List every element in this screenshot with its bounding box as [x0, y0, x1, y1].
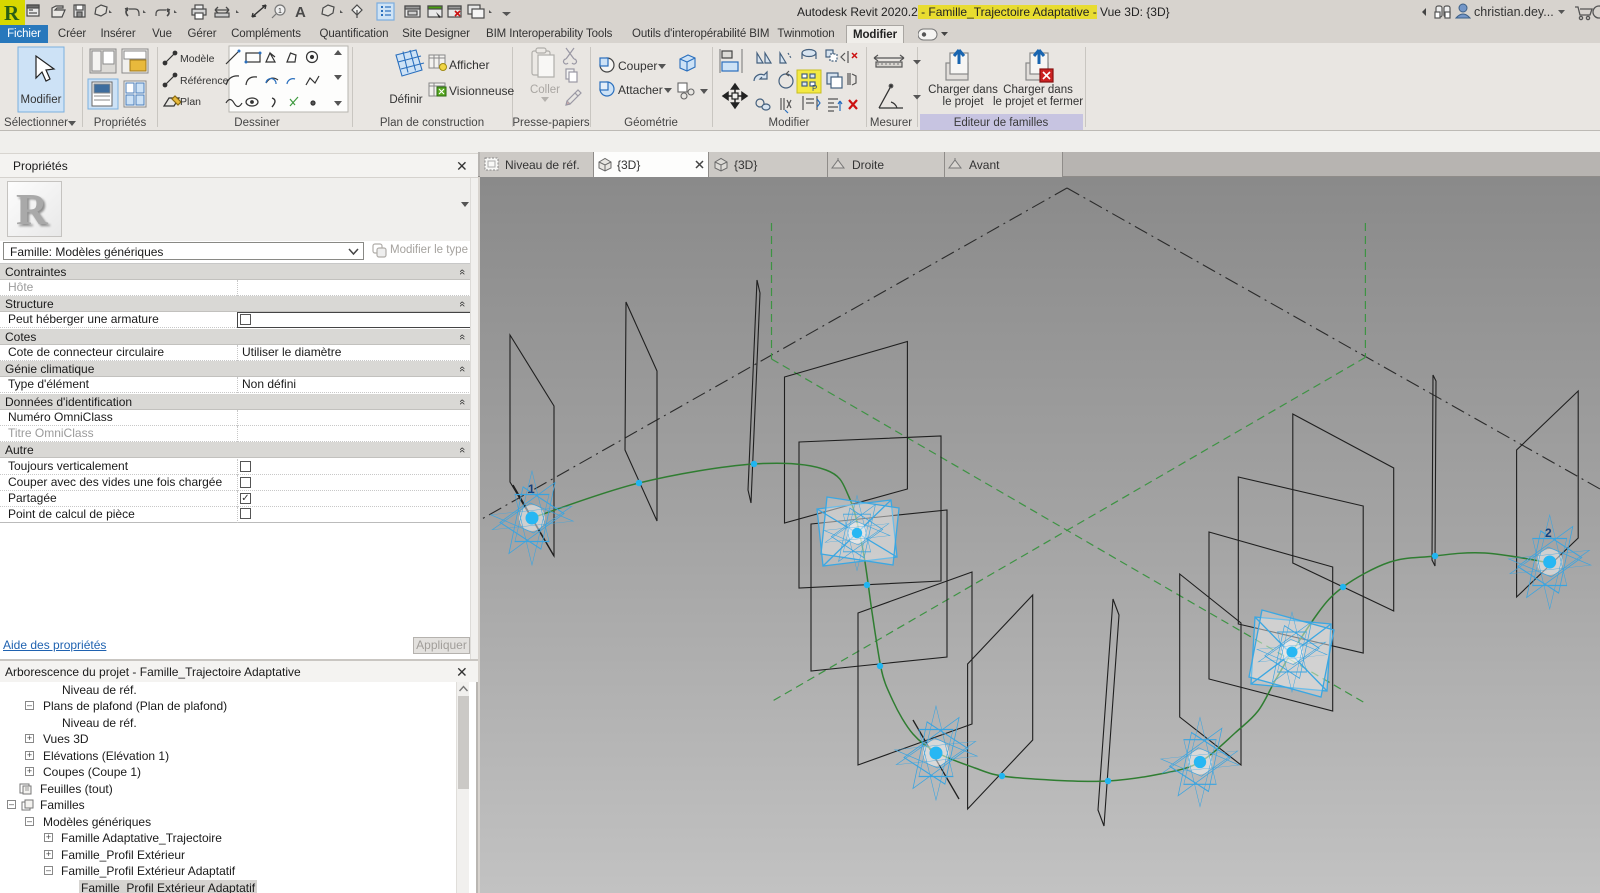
- svg-text:Modèle: Modèle: [180, 53, 215, 65]
- svg-text:A: A: [295, 4, 306, 21]
- svg-text:{3D}: {3D}: [734, 158, 757, 172]
- svg-text:le projet et fermer: le projet et fermer: [993, 96, 1083, 108]
- svg-text:Sélectionner: Sélectionner: [4, 117, 68, 129]
- svg-text:Visionneuse: Visionneuse: [449, 84, 514, 98]
- svg-text:Avant: Avant: [969, 158, 1000, 172]
- svg-text:Couper: Couper: [618, 59, 657, 73]
- svg-text:Référence: Référence: [180, 75, 229, 87]
- svg-text:Afficher: Afficher: [449, 58, 489, 72]
- svg-text:2: 2: [1545, 526, 1552, 540]
- svg-text:Propriétés: Propriétés: [94, 117, 147, 129]
- svg-text:1: 1: [528, 482, 535, 496]
- svg-text:Modifier: Modifier: [769, 117, 810, 129]
- svg-text:Editeur de familles: Editeur de familles: [954, 117, 1049, 129]
- svg-text:christian.dey...: christian.dey...: [1474, 5, 1554, 19]
- svg-text:Définir: Définir: [389, 94, 422, 106]
- svg-text:Droite: Droite: [852, 158, 884, 172]
- svg-text:Géométrie: Géométrie: [624, 117, 678, 129]
- svg-text:Presse-papiers: Presse-papiers: [512, 117, 590, 129]
- svg-text:P: P: [812, 84, 817, 93]
- svg-text:Plan: Plan: [180, 96, 201, 108]
- svg-text:Charger dans: Charger dans: [1003, 84, 1073, 96]
- svg-text:Attacher: Attacher: [618, 83, 663, 97]
- svg-text:Dessiner: Dessiner: [234, 117, 280, 129]
- svg-text:le projet: le projet: [943, 96, 985, 108]
- svg-text:Modifier: Modifier: [21, 94, 62, 106]
- svg-text:Coller: Coller: [530, 84, 560, 96]
- svg-text:Niveau de réf.: Niveau de réf.: [505, 158, 580, 172]
- svg-text:Charger dans: Charger dans: [928, 84, 998, 96]
- svg-text:Plan de construction: Plan de construction: [380, 117, 484, 129]
- svg-text:{3D}: {3D}: [617, 158, 640, 172]
- svg-text:1: 1: [278, 8, 282, 15]
- svg-text:Mesurer: Mesurer: [870, 117, 912, 129]
